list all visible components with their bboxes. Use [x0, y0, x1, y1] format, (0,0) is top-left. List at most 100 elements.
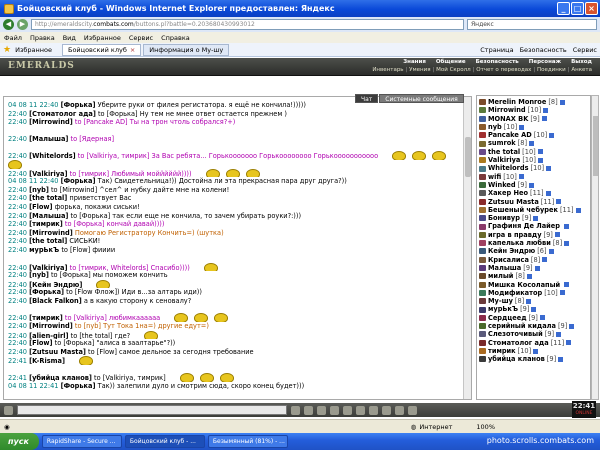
user-name[interactable]: sumrok	[488, 139, 516, 147]
user-name[interactable]: мурЬкЪ	[488, 305, 518, 313]
user-row[interactable]: милый [8]	[479, 272, 588, 280]
user-name[interactable]: Модификатор	[488, 289, 542, 297]
search-input[interactable]: Яндекс	[467, 19, 597, 30]
message-author[interactable]: [Форька]	[61, 177, 96, 185]
message-author[interactable]: [Форька]	[29, 288, 64, 296]
taskbar-task[interactable]: Безымянный (81%) - ...	[207, 435, 288, 448]
user-info-icon[interactable]	[531, 307, 537, 313]
user-row[interactable]: the total [10]	[479, 148, 588, 156]
user-info-icon[interactable]	[545, 190, 551, 196]
user-row[interactable]: Графиня Де Лайер	[479, 222, 588, 230]
message-author[interactable]: [Форька]	[61, 101, 96, 109]
user-name[interactable]: wifi	[488, 173, 501, 181]
channels-icon[interactable]	[395, 405, 404, 415]
users-scrollbar[interactable]	[591, 95, 599, 400]
user-info-icon[interactable]	[541, 116, 547, 122]
user-name[interactable]: nyb	[488, 123, 502, 131]
user-info-icon[interactable]	[546, 166, 552, 172]
user-row[interactable]: Мишка Косолапый	[479, 281, 588, 289]
favorites-label[interactable]: Избранное	[15, 46, 52, 54]
user-name[interactable]: Мишка Косолапый	[488, 281, 560, 289]
favorites-star-icon[interactable]: ★	[3, 45, 11, 55]
user-name[interactable]: Бешеный чебурек	[488, 206, 558, 214]
maximize-button[interactable]: □	[571, 2, 584, 15]
message-author[interactable]: [K-Risma]	[29, 357, 65, 365]
user-name[interactable]: милый	[488, 272, 513, 280]
user-row[interactable]: Кейн Эндрю [6]	[479, 247, 588, 255]
menu-item[interactable]: Справка	[161, 34, 190, 42]
user-name[interactable]: убийца кланов	[488, 355, 545, 363]
user-row[interactable]: Модификатор [10]	[479, 289, 588, 297]
user-info-icon[interactable]	[556, 331, 562, 337]
user-info-icon[interactable]	[519, 124, 525, 130]
message-author[interactable]: [Mirrowind]	[29, 229, 73, 237]
user-row[interactable]: Mirrowind [10]	[479, 106, 588, 114]
scroll-lock-icon[interactable]	[382, 405, 391, 415]
menu-item[interactable]: Файл	[4, 34, 22, 42]
user-name[interactable]: капелька любви	[488, 239, 551, 247]
ie-command[interactable]: Сервис	[573, 46, 597, 54]
user-row[interactable]: Winked [9]	[479, 181, 588, 189]
game-menu-item[interactable]: Общение	[436, 59, 466, 65]
message-author[interactable]: [Valkiriya]	[29, 264, 67, 272]
user-row[interactable]: Merelin Monroe [8]	[479, 98, 588, 106]
user-info-icon[interactable]	[559, 290, 565, 296]
user-name[interactable]: Стоматолог ада	[488, 339, 549, 347]
user-name[interactable]: серийный кидала	[488, 322, 556, 330]
message-author[interactable]: [Кейн Эндрю]	[29, 281, 82, 289]
user-name[interactable]: Малыша	[488, 264, 521, 272]
send-icon[interactable]	[291, 405, 300, 415]
user-info-icon[interactable]	[529, 141, 535, 147]
user-name[interactable]: MONAX BK	[488, 115, 528, 123]
user-name[interactable]: Хакер Нео	[488, 189, 528, 197]
game-menu-item[interactable]: Персонаж	[529, 59, 561, 65]
user-name[interactable]: Крисалиса	[488, 256, 529, 264]
browser-tab[interactable]: Бойцовский клуб ×	[62, 43, 142, 56]
game-menu-item[interactable]: Выход	[571, 59, 592, 65]
message-author[interactable]: [nyb]	[29, 186, 49, 194]
user-row[interactable]: Малыша [9]	[479, 264, 588, 272]
game-submenu-item[interactable]: Анкета	[568, 67, 592, 73]
user-name[interactable]: Сердцеед	[488, 314, 527, 322]
chat-scroll-thumb[interactable]	[465, 137, 471, 177]
user-row[interactable]: Zutsuu Masta [11]	[479, 198, 588, 206]
user-row[interactable]: капелька любви [8]	[479, 239, 588, 247]
message-author[interactable]: [Valkiriya]	[29, 170, 67, 178]
menu-item[interactable]: Избранное	[84, 34, 121, 42]
user-info-icon[interactable]	[543, 107, 549, 113]
user-info-icon[interactable]	[549, 132, 555, 138]
user-row[interactable]: Бешеный чебурек [11]	[479, 206, 588, 214]
message-author[interactable]: [тимрик]	[29, 220, 63, 228]
user-row[interactable]: Pancake AD [10]	[479, 131, 588, 139]
user-info-icon[interactable]	[564, 240, 570, 246]
message-author[interactable]: [Mirrowind]	[29, 118, 73, 126]
user-row[interactable]: тимрик [10]	[479, 347, 588, 355]
user-row[interactable]: Крисалиса [8]	[479, 256, 588, 264]
user-row[interactable]: игра в правду [9]	[479, 231, 588, 239]
game-submenu-item[interactable]: Умения	[406, 67, 430, 73]
forward-button[interactable]: ▶	[17, 19, 28, 30]
chat-input[interactable]	[17, 405, 287, 415]
user-info-icon[interactable]	[548, 248, 554, 254]
user-name[interactable]: Whitelords	[488, 164, 529, 172]
message-author[interactable]: [Малыша]	[29, 212, 68, 220]
menu-item[interactable]: Вид	[63, 34, 76, 42]
chat-tab[interactable]: Системные сообщения	[379, 94, 464, 103]
game-submenu-item[interactable]: Отчет о переводах	[473, 67, 531, 73]
user-name[interactable]: тимрик	[488, 347, 516, 355]
game-menu-item[interactable]: Знания	[403, 59, 426, 65]
close-button[interactable]: ×	[585, 2, 598, 15]
message-author[interactable]: [Zutsuu Masta]	[29, 348, 86, 356]
exit-chat-icon[interactable]	[408, 405, 417, 415]
user-row[interactable]: MONAX BK [9]	[479, 115, 588, 123]
user-info-icon[interactable]	[537, 157, 543, 163]
refresh-icon[interactable]	[4, 405, 13, 415]
url-field[interactable]: http://emeraldscity.combats.com/buttons.…	[31, 19, 464, 30]
user-name[interactable]: Слезоточивый	[488, 330, 543, 338]
user-row[interactable]: убийца кланов [9]	[479, 355, 588, 363]
chat-scrollbar[interactable]	[463, 97, 471, 399]
translit-icon[interactable]	[356, 405, 365, 415]
message-author[interactable]: [the total]	[29, 194, 67, 202]
user-info-icon[interactable]	[556, 199, 562, 205]
start-button[interactable]: пуск	[0, 433, 39, 450]
